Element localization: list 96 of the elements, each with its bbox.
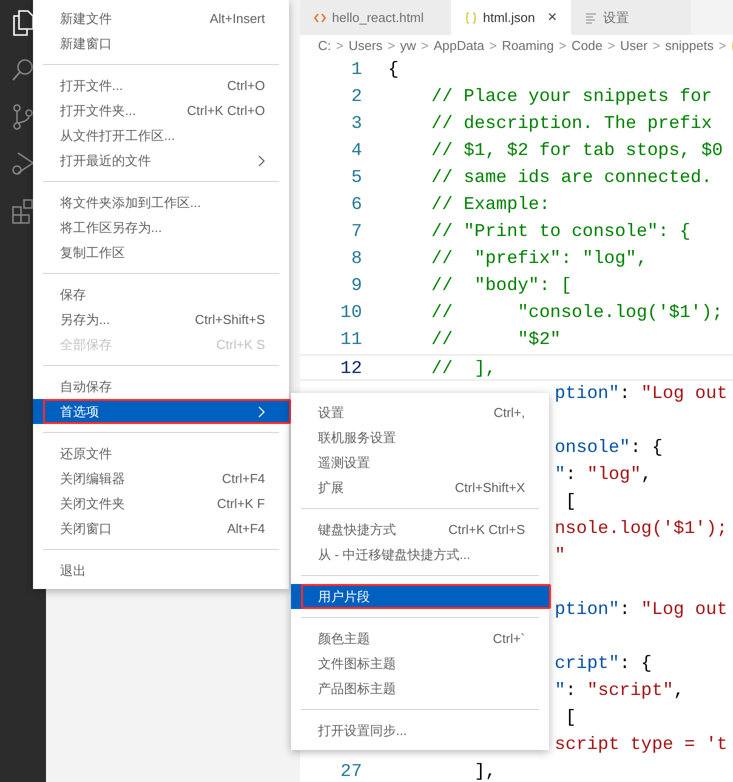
- code-line: // ],: [430, 358, 496, 379]
- line-number: 10: [339, 302, 363, 325]
- menu-item[interactable]: 遥测设置: [291, 450, 549, 475]
- line-number: 9: [350, 275, 363, 298]
- breadcrumb-separator: >: [421, 37, 429, 56]
- breadcrumb-item[interactable]: Users: [348, 36, 383, 56]
- menu-item[interactable]: 另存为... Ctrl+Shift+S: [33, 307, 289, 332]
- menu-item[interactable]: 首选项: [33, 399, 289, 424]
- code-line: ],: [473, 761, 496, 782]
- code-line: // same ids are connected.: [430, 167, 712, 190]
- breadcrumb-item[interactable]: Code: [571, 36, 603, 56]
- code-line: // description. The prefix: [430, 113, 712, 136]
- editor-tab[interactable]: 设置: [571, 0, 691, 35]
- code-line: // Place your snippets for: [430, 86, 712, 109]
- menu-item[interactable]: 将文件夹添加到工作区...: [33, 190, 289, 215]
- breadcrumb-item[interactable]: AppData: [434, 36, 484, 56]
- breadcrumb-separator: >: [489, 37, 497, 56]
- menu-item[interactable]: 打开文件... Ctrl+O: [33, 73, 289, 98]
- close-button[interactable]: ×: [548, 6, 557, 30]
- line-number: 6: [350, 194, 363, 217]
- code-brackets-icon: [314, 12, 326, 22]
- breadcrumb-separator: >: [608, 37, 616, 56]
- menu-item[interactable]: 文件图标主题: [291, 651, 549, 676]
- menu-item[interactable]: 退出: [33, 558, 289, 583]
- code-line: [: [564, 491, 576, 514]
- breadcrumb-item[interactable]: yw: [400, 36, 416, 56]
- editor-tab[interactable]: html.json ×: [451, 0, 571, 35]
- menu-item[interactable]: 保存: [33, 282, 289, 307]
- breadcrumb-item[interactable]: C:: [318, 36, 331, 56]
- code-line: ": [554, 545, 566, 568]
- line-number: 4: [350, 140, 363, 163]
- menu-item[interactable]: 从文件打开工作区...: [33, 123, 289, 148]
- breadcrumb-item[interactable]: Roaming: [502, 36, 554, 56]
- code-line: // "console.log('$1');: [430, 302, 723, 325]
- menu-item[interactable]: 联机服务设置: [291, 425, 549, 450]
- code-line: ption": "Log out: [554, 599, 728, 622]
- menu-item[interactable]: 颜色主题 Ctrl+`: [291, 626, 549, 651]
- code-line: ption": "Log out: [554, 383, 728, 406]
- line-number: 1: [350, 59, 363, 82]
- code-line: // "body": [: [430, 275, 572, 298]
- menu-item[interactable]: 用户片段: [291, 584, 549, 609]
- menu-item[interactable]: 打开最近的文件: [33, 148, 289, 173]
- menu-item[interactable]: 打开设置同步...: [291, 718, 549, 743]
- menu-item[interactable]: 新建窗口: [33, 31, 289, 56]
- code-line: ": "script",: [554, 680, 684, 703]
- branch-icon[interactable]: [11, 104, 35, 130]
- menu-item[interactable]: 键盘快捷方式 Ctrl+K Ctrl+S: [291, 517, 549, 542]
- code-line: nsole.log('$1');: [554, 518, 728, 541]
- menu-item[interactable]: 关闭窗口 Alt+F4: [33, 516, 289, 541]
- line-number: 2: [350, 86, 363, 109]
- files-icon[interactable]: [11, 10, 35, 36]
- menu-item[interactable]: 还原文件: [33, 441, 289, 466]
- menu-item[interactable]: 从 - 中迁移键盘快捷方式...: [291, 542, 549, 567]
- line-number: 11: [339, 329, 363, 352]
- menu-item[interactable]: 复制工作区: [33, 240, 289, 265]
- line-number: 7: [350, 221, 363, 244]
- run-debug-icon[interactable]: [11, 151, 35, 177]
- line-number: 12: [339, 358, 363, 379]
- code-line: {: [388, 59, 399, 82]
- menu-item[interactable]: 扩展 Ctrl+Shift+X: [291, 475, 549, 500]
- breadcrumb-separator: >: [388, 37, 396, 56]
- menu-item[interactable]: 关闭文件夹 Ctrl+K F: [33, 491, 289, 516]
- line-number: 27: [339, 761, 363, 782]
- code-line: // $1, $2 for tab stops, $0: [430, 140, 723, 163]
- menu-item[interactable]: 产品图标主题: [291, 676, 549, 701]
- editor-tab[interactable]: hello_react.html: [300, 0, 451, 35]
- code-line: cript": {: [554, 653, 652, 676]
- extensions-icon[interactable]: [11, 198, 35, 224]
- code-line: [: [564, 707, 576, 730]
- curly-braces-icon: [465, 12, 477, 24]
- breadcrumb-separator: >: [652, 37, 660, 56]
- menu-item[interactable]: 自动保存: [33, 374, 289, 399]
- chevron-right-icon: [258, 406, 265, 418]
- line-number: 3: [350, 113, 363, 136]
- breadcrumb-item[interactable]: User: [620, 36, 648, 56]
- code-line: // "Print to console": {: [430, 221, 690, 244]
- code-line: // "prefix": "log",: [430, 248, 648, 271]
- line-number: 5: [350, 167, 363, 190]
- menu-item[interactable]: 新建文件 Alt+Insert: [33, 6, 289, 31]
- code-line: onsole": {: [554, 437, 663, 460]
- menu-item[interactable]: 打开文件夹... Ctrl+K Ctrl+O: [33, 98, 289, 123]
- breadcrumb-item[interactable]: snippets: [665, 36, 714, 56]
- lines-icon: [585, 12, 597, 24]
- menu-item[interactable]: 设置 Ctrl+,: [291, 400, 549, 425]
- breadcrumb-separator: >: [558, 37, 566, 56]
- breadcrumb-separator: >: [718, 37, 726, 56]
- menu-item[interactable]: 关闭编辑器 Ctrl+F4: [33, 466, 289, 491]
- search-icon[interactable]: [11, 57, 35, 83]
- code-line: script type = 't: [554, 734, 728, 757]
- breadcrumb-separator: >: [336, 37, 344, 56]
- code-line: ": "log",: [554, 464, 652, 487]
- menu-item[interactable]: 将工作区另存为...: [33, 215, 289, 240]
- line-number: 8: [350, 248, 363, 271]
- code-line: // Example:: [430, 194, 550, 217]
- code-line: // "$2": [430, 329, 561, 352]
- chevron-right-icon: [258, 154, 265, 166]
